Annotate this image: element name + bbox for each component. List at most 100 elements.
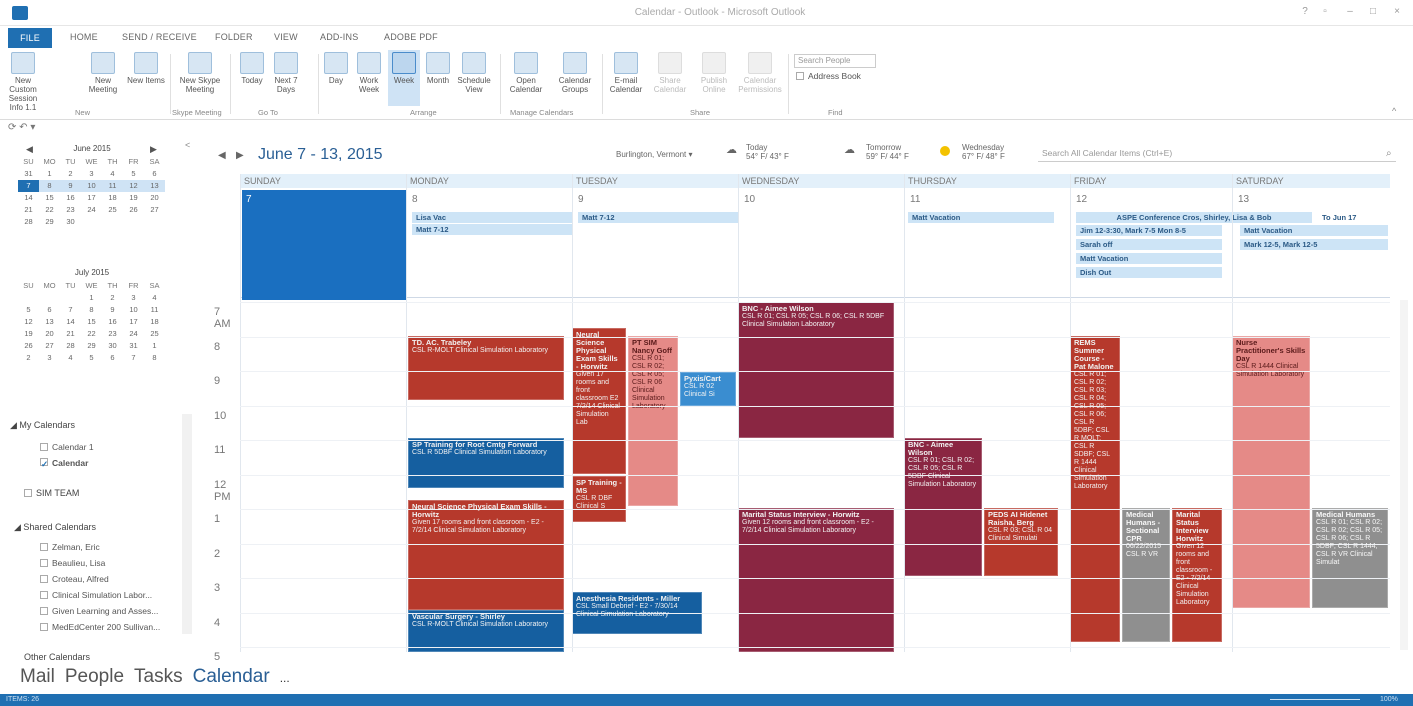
customize-icon[interactable]: ▾ [30, 122, 35, 133]
mini-calendar-day[interactable]: 19 [123, 192, 144, 204]
calendar-event[interactable]: PT SIM Nancy Goff CSL R 01; CSL R 02; CSL… [628, 336, 678, 506]
calendar-event[interactable]: SP Training - MS CSL R DBF Clinical S [572, 476, 626, 522]
search-icon[interactable]: ⌕ [1386, 148, 1392, 159]
allday-event[interactable]: Matt 7-12 [412, 224, 572, 235]
checkbox[interactable] [40, 443, 48, 451]
new-skype-meeting-button[interactable]: New Skype Meeting [174, 50, 226, 94]
mini-calendar-day[interactable]: 13 [39, 316, 60, 328]
mini-calendar-day[interactable]: 17 [81, 192, 102, 204]
my-calendars-header[interactable]: ◢ My Calendars [10, 420, 75, 431]
shared-item[interactable]: Croteau, Alfred [40, 574, 109, 584]
mini-calendar-day[interactable]: 9 [60, 180, 81, 192]
calendar-event[interactable]: PEDS AI Hidenet Raisha, Berg CSL R 03; CS… [984, 508, 1058, 576]
shared-item[interactable]: Given Learning and Asses... [40, 606, 158, 616]
mini-calendar-day[interactable]: 26 [18, 340, 39, 352]
day-name-friday[interactable]: FRIDAY [1074, 176, 1106, 186]
checkbox[interactable] [40, 575, 48, 583]
address-book-button[interactable]: Address Book [796, 71, 861, 81]
mini-calendar-day[interactable]: 27 [144, 204, 165, 216]
checkbox[interactable] [40, 623, 48, 631]
mini-calendar-day[interactable]: 24 [81, 204, 102, 216]
mini-calendar-day[interactable]: 3 [39, 352, 60, 364]
mini-calendar-day[interactable]: 22 [81, 328, 102, 340]
collapse-ribbon-icon[interactable]: ^ [1392, 106, 1396, 116]
allday-event[interactable]: Dish Out [1076, 267, 1222, 278]
maximize-icon[interactable]: □ [1368, 7, 1378, 17]
shared-item[interactable]: MedEdCenter 200 Sullivan... [40, 622, 160, 632]
mini-calendar-day[interactable]: 13 [144, 180, 165, 192]
mini-calendar-day[interactable]: 2 [60, 168, 81, 180]
location-selector[interactable]: Burlington, Vermont ▾ [616, 150, 693, 159]
calendar-event[interactable]: TD. AC. Trabeley CSL R-MOLT Clinical Simu… [408, 336, 564, 400]
mini-calendar-day[interactable]: 11 [144, 304, 165, 316]
schedule-view-button[interactable]: Schedule View [456, 50, 492, 94]
mini-calendar-day[interactable]: 2 [18, 352, 39, 364]
nav-calendar[interactable]: Calendar [193, 666, 270, 687]
mini-calendar-day[interactable]: 1 [39, 168, 60, 180]
day-number[interactable]: 9 [578, 194, 584, 205]
mini-calendar-day[interactable]: 5 [18, 304, 39, 316]
mini-calendar-day[interactable]: 17 [123, 316, 144, 328]
close-icon[interactable]: × [1392, 7, 1402, 17]
calendar-item[interactable]: ✓ Calendar [40, 458, 88, 469]
send-receive-icon[interactable]: ⟳ [8, 122, 16, 133]
calendar-scrollbar[interactable] [1400, 300, 1408, 650]
mini-calendar-day[interactable]: 28 [60, 340, 81, 352]
sunday-selection[interactable] [242, 190, 406, 300]
calendar-event[interactable]: Medical Humans - Sectional CPR 06/22/2015… [1122, 508, 1170, 642]
allday-event[interactable]: Mark 12-5, Mark 12-5 [1240, 239, 1388, 250]
share-calendar-button[interactable]: Share Calendar [650, 50, 690, 94]
mini-calendar-day[interactable]: 18 [102, 192, 123, 204]
allday-event[interactable]: Matt 7-12 [578, 212, 738, 223]
ribbon-display-icon[interactable]: ▫ [1320, 7, 1330, 17]
today-button[interactable]: Today [240, 50, 264, 85]
day-name-wednesday[interactable]: WEDNESDAY [742, 176, 799, 186]
mini-calendar-day[interactable]: 27 [39, 340, 60, 352]
mini-calendar-day[interactable]: 7 [60, 304, 81, 316]
tab-adobe-pdf[interactable]: ADOBE PDF [384, 32, 438, 42]
mini-calendar-day[interactable]: 22 [39, 204, 60, 216]
mini-calendar-day[interactable]: 23 [60, 204, 81, 216]
mini-calendar-day[interactable]: 8 [39, 180, 60, 192]
mini-calendar-day[interactable]: 20 [39, 328, 60, 340]
day-view-button[interactable]: Day [322, 50, 350, 85]
mini-calendar-day[interactable]: 30 [102, 340, 123, 352]
calendar-event[interactable]: Nurse Practitioner's Skills Day CSL R 144… [1232, 336, 1310, 608]
nav-more[interactable]: ... [280, 671, 290, 685]
day-number[interactable]: 10 [744, 194, 755, 205]
next-week-icon[interactable]: ▶ [236, 150, 244, 161]
day-name-tuesday[interactable]: TUESDAY [576, 176, 618, 186]
nav-mail[interactable]: Mail [20, 666, 55, 687]
sim-team-header[interactable]: SIM TEAM [24, 488, 79, 498]
mini-calendar-day[interactable]: 21 [60, 328, 81, 340]
calendar-event[interactable]: REMS Summer Course - Pat Malone CSL R 01;… [1070, 336, 1120, 642]
allday-event[interactable]: Lisa Vac [412, 212, 572, 223]
allday-event[interactable]: Jim 12-3:30, Mark 7-5 Mon 8-5 [1076, 225, 1222, 236]
mini-calendar-day[interactable]: 11 [102, 180, 123, 192]
new-custom-session-button[interactable]: New Custom Session Info 1.1 [2, 50, 44, 112]
mini-calendar-day[interactable]: 1 [144, 340, 165, 352]
undo-icon[interactable]: ↶ [19, 122, 27, 133]
allday-event-continued[interactable]: To Jun 17 [1318, 212, 1390, 223]
calendar-groups-button[interactable]: Calendar Groups [552, 50, 598, 94]
calendar-event[interactable]: SP Training for Root Cmtg Forward CSL R 5… [408, 438, 564, 488]
mini-calendar-day[interactable]: 19 [18, 328, 39, 340]
other-calendars-header[interactable]: Other Calendars [24, 652, 90, 662]
work-week-button[interactable]: Work Week [354, 50, 384, 94]
mini-calendar-day[interactable]: 10 [123, 304, 144, 316]
mini-calendar-day[interactable]: 10 [81, 180, 102, 192]
mini-calendar-day[interactable]: 15 [39, 192, 60, 204]
mini-calendar-day[interactable]: 6 [144, 168, 165, 180]
day-name-thursday[interactable]: THURSDAY [908, 176, 957, 186]
mini-calendar-day[interactable]: 7 [18, 180, 39, 192]
mini-calendar-day[interactable]: 12 [123, 180, 144, 192]
tab-send-receive[interactable]: SEND / RECEIVE [122, 32, 197, 42]
new-items-button[interactable]: New Items [126, 50, 166, 85]
mini-calendar-day[interactable]: 7 [123, 352, 144, 364]
calendar-event[interactable]: Medical Humans CSL R 01; CSL R 02; CSL R … [1312, 508, 1388, 608]
shared-item[interactable]: Zelman, Eric [40, 542, 100, 552]
open-calendar-button[interactable]: Open Calendar [506, 50, 546, 94]
checkbox[interactable] [40, 543, 48, 551]
next-7-days-button[interactable]: Next 7 Days [270, 50, 302, 94]
shared-calendars-header[interactable]: ◢ Shared Calendars [14, 522, 96, 533]
